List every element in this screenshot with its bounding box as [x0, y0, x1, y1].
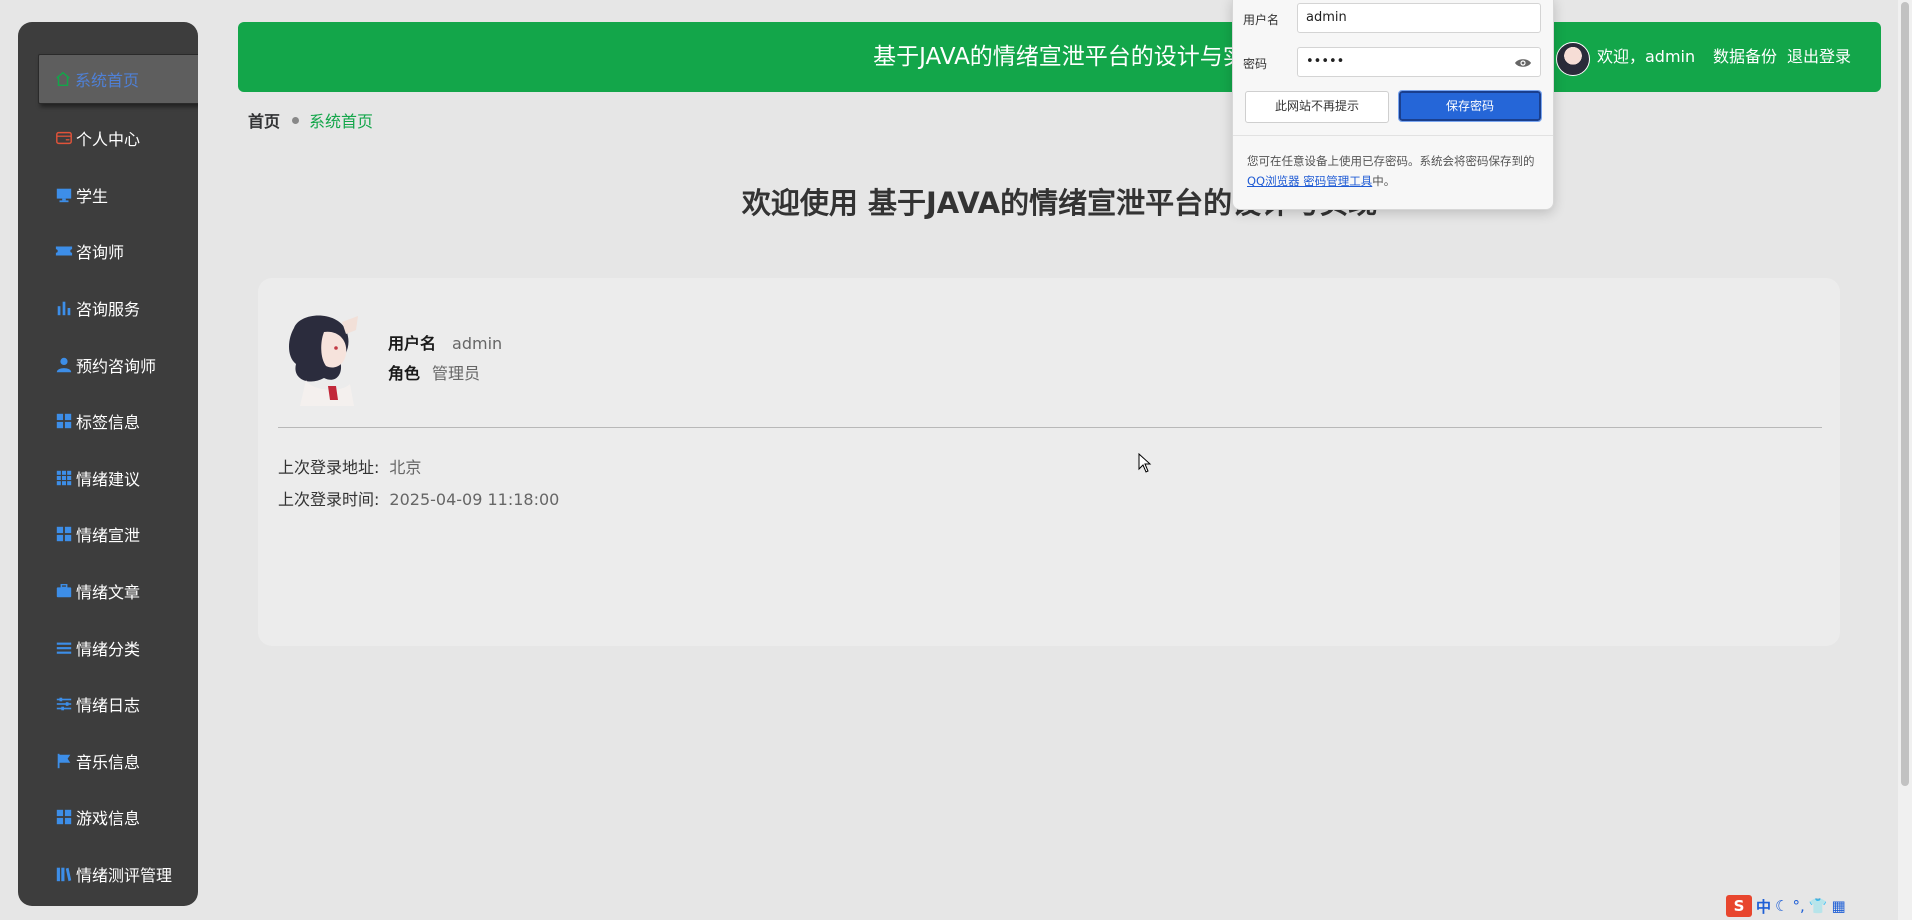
- password-save-popup: 用户名 admin 密码 ••••• 此网站不再提示 保存密码 您可在任意设备上…: [1232, 0, 1554, 210]
- breadcrumb: 首页 系统首页: [248, 108, 373, 132]
- sidebar-item-label: 个人中心: [76, 130, 141, 150]
- save-password-button[interactable]: 保存密码: [1398, 90, 1542, 122]
- sidebar-item-counselor[interactable]: 咨询师: [18, 223, 198, 280]
- top-header: 基于JAVA的情绪宣泄平台的设计与实 欢迎，admin 数据备份 退出登录: [238, 22, 1881, 92]
- last-login-address-label: 上次登录地址:: [278, 458, 380, 477]
- eye-icon[interactable]: [1514, 54, 1532, 72]
- popup-username-field[interactable]: admin: [1297, 3, 1541, 33]
- sidebar-item-tags[interactable]: 标签信息: [18, 393, 198, 450]
- grid-icon: [54, 411, 74, 431]
- home-icon: [53, 69, 73, 89]
- profile-username-row: 用户名 admin: [388, 330, 502, 354]
- sidebar-item-book-counselor[interactable]: 预约咨询师: [18, 336, 198, 393]
- password-manager-link[interactable]: QQ浏览器 密码管理工具: [1247, 174, 1372, 188]
- ime-toolbar: S 中 ☾ °, 👕 ▦: [1726, 893, 1846, 919]
- last-login-time-value: 2025-04-09 11:18:00: [389, 490, 560, 509]
- sidebar-item-emotion-assessment[interactable]: 情绪测评管理: [18, 846, 198, 903]
- user-icon: [54, 355, 74, 375]
- sidebar-item-emotion-log[interactable]: 情绪日志: [18, 676, 198, 733]
- list-icon: [54, 638, 74, 658]
- briefcase-icon: [54, 581, 74, 601]
- last-login-time-row: 上次登录时间: 2025-04-09 11:18:00: [278, 486, 559, 510]
- page-title: 欢迎使用 基于JAVA的情绪宣泄平台的设计与实现: [741, 186, 1378, 220]
- scrollbar-thumb[interactable]: [1901, 2, 1909, 786]
- breadcrumb-current: 系统首页: [309, 112, 374, 131]
- sidebar-item-label: 情绪文章: [76, 583, 141, 603]
- sidebar-item-emotion-articles[interactable]: 情绪文章: [18, 563, 198, 620]
- popup-password-field[interactable]: •••••: [1297, 47, 1541, 77]
- role-label: 角色: [388, 364, 421, 383]
- username-label: 用户名: [388, 334, 437, 353]
- data-backup-link[interactable]: 数据备份: [1713, 22, 1777, 92]
- popup-note-text: 您可在任意设备上使用已存密码。系统会将密码保存到的: [1247, 154, 1535, 168]
- sidebar-item-label: 预约咨询师: [76, 356, 157, 376]
- popup-note: 您可在任意设备上使用已存密码。系统会将密码保存到的 QQ浏览器 密码管理工具中。: [1247, 151, 1543, 191]
- sidebar-item-label: 情绪建议: [76, 469, 141, 489]
- grid-icon: [54, 524, 74, 544]
- never-remind-button[interactable]: 此网站不再提示: [1245, 91, 1389, 123]
- sliders-icon: [54, 694, 74, 714]
- sidebar-item-label: 情绪日志: [76, 696, 141, 716]
- sidebar-menu: 系统首页 个人中心 学生 咨询师 咨询服务 预约咨询师 标签信息 情绪建议 情绪…: [18, 54, 198, 902]
- grid-icon: [54, 807, 74, 827]
- last-login-time-label: 上次登录时间:: [278, 490, 380, 509]
- avatar[interactable]: [1556, 42, 1590, 76]
- monitor-icon: [54, 185, 74, 205]
- sidebar-item-home[interactable]: 系统首页: [38, 54, 198, 104]
- moon-icon[interactable]: ☾: [1775, 897, 1788, 915]
- breadcrumb-home[interactable]: 首页: [248, 108, 280, 132]
- sidebar-item-personal-center[interactable]: 个人中心: [18, 110, 198, 167]
- sidebar-item-label: 标签信息: [76, 413, 141, 433]
- avatar: [280, 308, 368, 406]
- sidebar-item-label: 学生: [76, 186, 109, 206]
- username-value: admin: [452, 334, 503, 353]
- popup-password-value: •••••: [1306, 54, 1345, 69]
- sidebar-item-emotion-vent[interactable]: 情绪宣泄: [18, 506, 198, 563]
- punctuation-icon[interactable]: °,: [1792, 897, 1804, 915]
- shirt-icon[interactable]: 👕: [1809, 897, 1828, 915]
- popup-note-suffix: 中。: [1372, 174, 1396, 188]
- welcome-text: 欢迎，admin: [1597, 47, 1696, 66]
- popup-password-label: 密码: [1243, 57, 1268, 71]
- scrollbar[interactable]: [1898, 0, 1912, 920]
- ime-language-toggle[interactable]: 中: [1756, 896, 1771, 917]
- sidebar-item-consult-service[interactable]: 咨询服务: [18, 280, 198, 337]
- mouse-cursor-icon: [1138, 453, 1152, 473]
- flag-icon: [54, 751, 74, 771]
- sidebar-item-label: 情绪测评管理: [76, 866, 173, 886]
- books-icon: [54, 864, 74, 884]
- profile-card: 用户名 admin 角色 管理员 上次登录地址: 北京 上次登录时间: 2025-04-…: [258, 278, 1840, 646]
- sidebar-item-label: 情绪宣泄: [76, 526, 141, 546]
- last-login-address-value: 北京: [389, 458, 422, 477]
- popup-username-label: 用户名: [1243, 13, 1280, 27]
- grid-9-icon: [54, 468, 74, 488]
- ticket-icon: [54, 241, 74, 261]
- sidebar-item-music[interactable]: 音乐信息: [18, 733, 198, 790]
- sogou-logo-icon[interactable]: S: [1726, 895, 1752, 917]
- sidebar-item-emotion-advice[interactable]: 情绪建议: [18, 450, 198, 507]
- profile-role-row: 角色 管理员: [388, 360, 480, 384]
- divider: [1233, 135, 1553, 136]
- grid-icon[interactable]: ▦: [1831, 897, 1845, 915]
- sidebar: 系统首页 个人中心 学生 咨询师 咨询服务 预约咨询师 标签信息 情绪建议 情绪…: [18, 22, 198, 906]
- logout-link[interactable]: 退出登录: [1787, 22, 1851, 92]
- breadcrumb-separator: [292, 116, 300, 124]
- sidebar-item-label: 情绪分类: [76, 639, 141, 659]
- sidebar-item-label: 游戏信息: [76, 809, 141, 829]
- sidebar-item-emotion-category[interactable]: 情绪分类: [18, 619, 198, 676]
- divider: [278, 427, 1822, 428]
- sidebar-item-label: 咨询师: [76, 243, 125, 263]
- card-icon: [54, 128, 74, 148]
- role-value: 管理员: [432, 364, 481, 383]
- sidebar-item-games[interactable]: 游戏信息: [18, 789, 198, 846]
- sidebar-item-label: 咨询服务: [76, 300, 141, 320]
- sidebar-item-student[interactable]: 学生: [18, 167, 198, 224]
- sidebar-item-label: 系统首页: [75, 71, 140, 90]
- sidebar-item-label: 音乐信息: [76, 752, 141, 772]
- bar-chart-icon: [54, 298, 74, 318]
- last-login-address-row: 上次登录地址: 北京: [278, 454, 421, 478]
